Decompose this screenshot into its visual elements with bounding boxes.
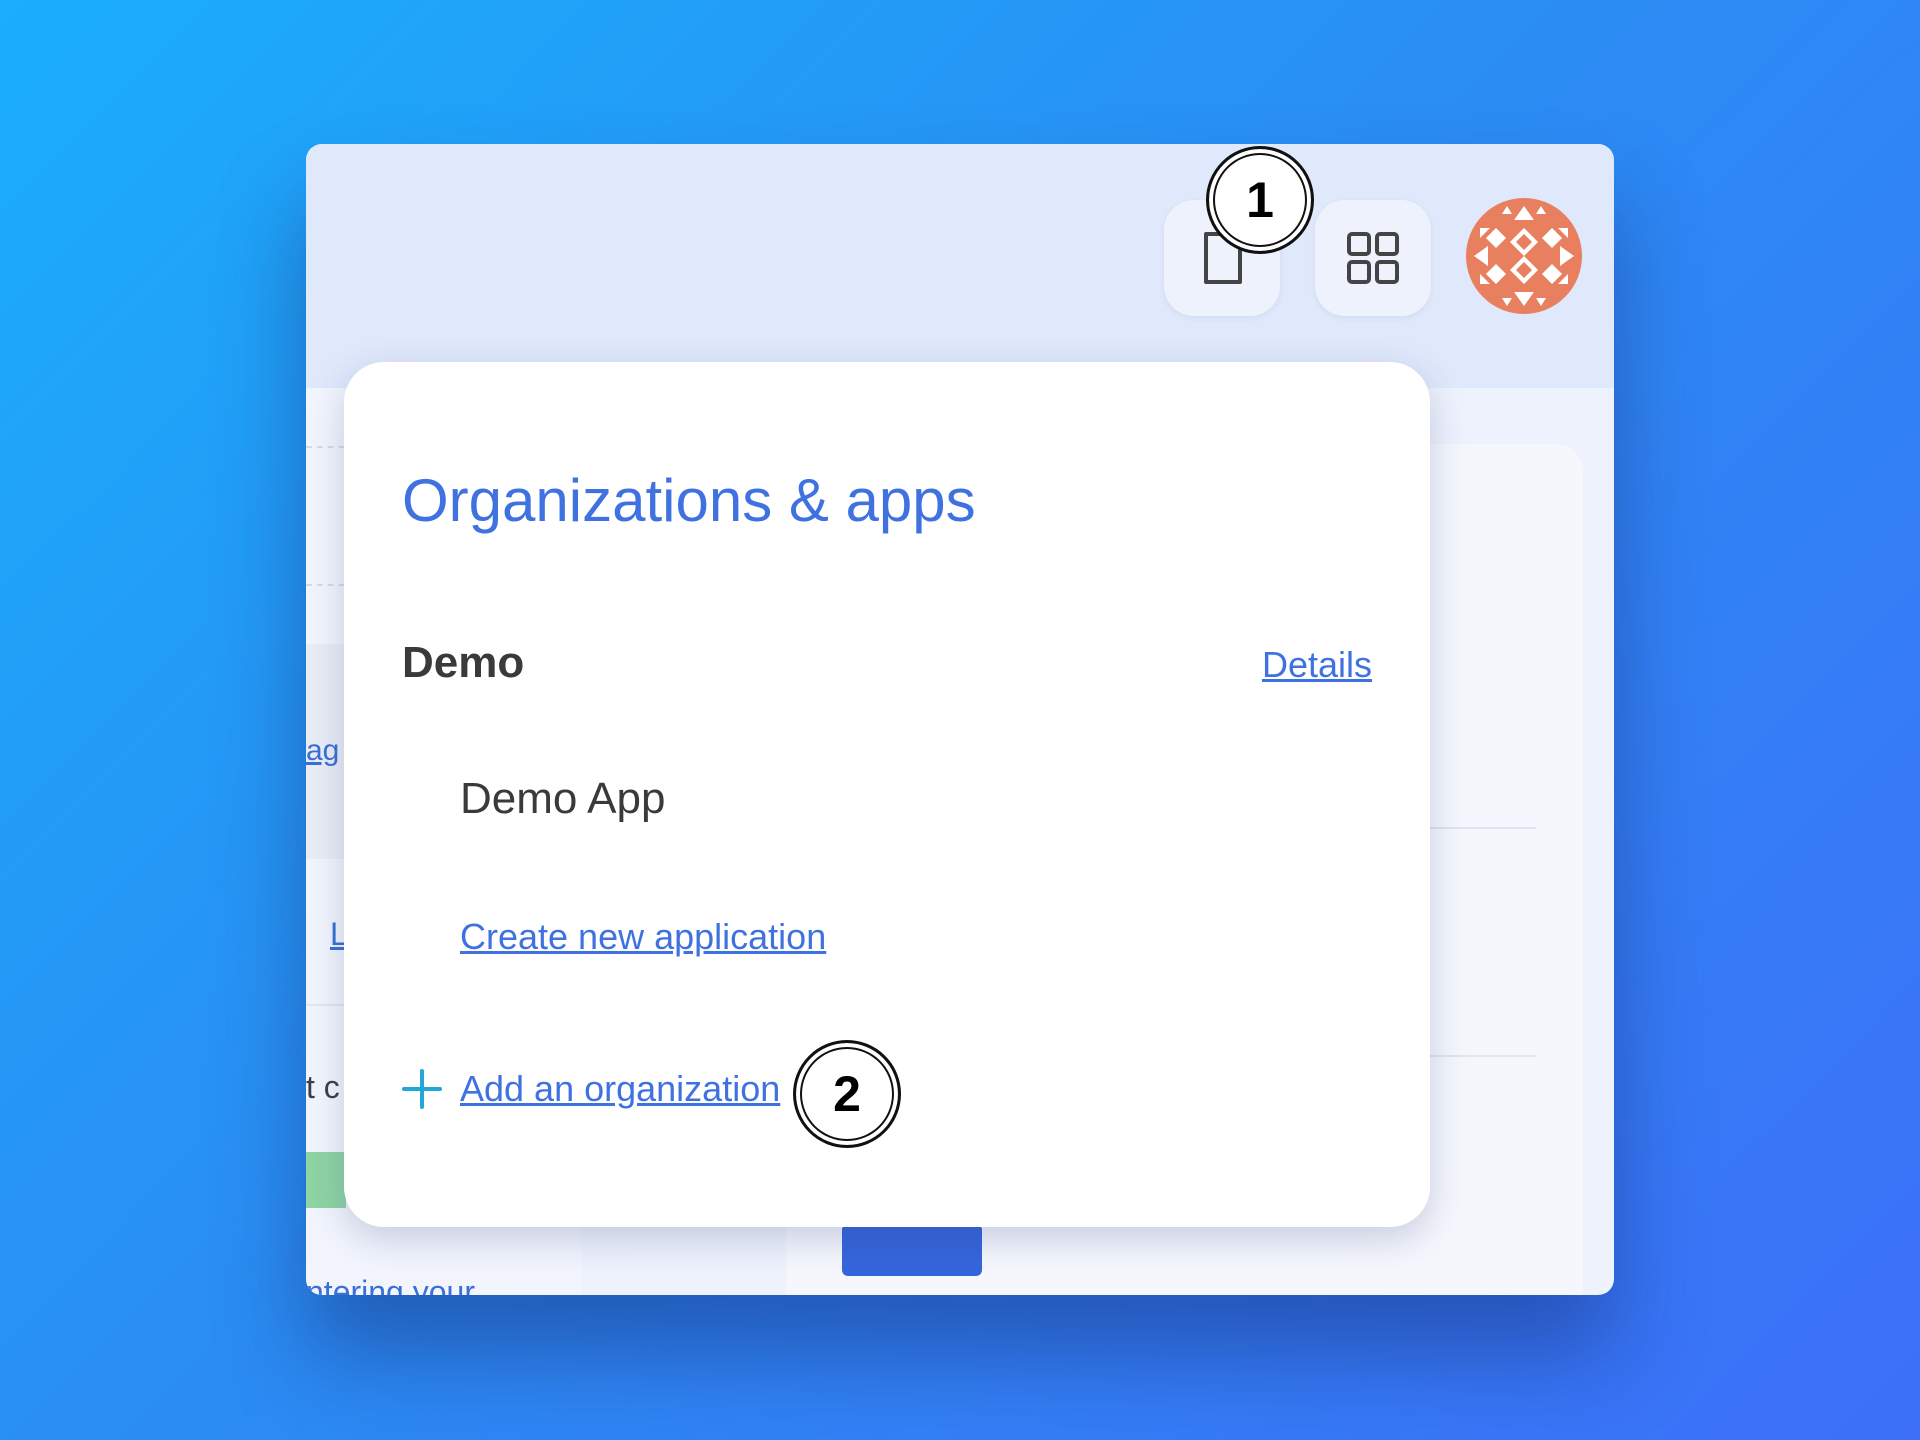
app-window: ag L t c ntering your Organizations & ap… xyxy=(306,144,1614,1295)
step-badge-2: 2 xyxy=(793,1040,901,1148)
step-badge-1: 1 xyxy=(1206,146,1314,254)
background-text: ntering your xyxy=(306,1274,475,1295)
background-green-button[interactable] xyxy=(306,1152,346,1208)
details-link[interactable]: Details xyxy=(1262,644,1372,686)
avatar[interactable] xyxy=(1466,198,1582,314)
grid-icon xyxy=(1347,232,1399,284)
top-bar xyxy=(306,144,1614,388)
apps-grid-button[interactable] xyxy=(1315,200,1431,316)
add-organization-label: Add an organization xyxy=(460,1068,781,1109)
avatar-pattern-icon xyxy=(1466,198,1582,314)
organization-name: Demo xyxy=(402,638,525,687)
divider xyxy=(1421,1055,1536,1057)
add-organization-button[interactable]: Add an organization xyxy=(402,1068,780,1110)
background-primary-button[interactable] xyxy=(842,1224,982,1276)
create-application-link[interactable]: Create new application xyxy=(460,916,826,958)
divider xyxy=(1421,827,1536,829)
panel-title: Organizations & apps xyxy=(402,467,976,534)
app-item[interactable]: Demo App xyxy=(460,774,665,824)
plus-icon xyxy=(402,1069,442,1109)
